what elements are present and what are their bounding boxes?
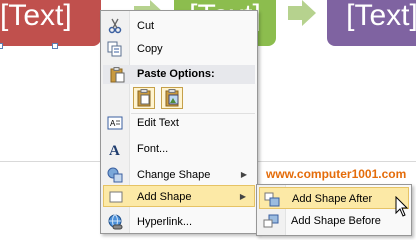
submenu-arrow-icon: ▶ xyxy=(240,170,247,179)
paste-options-label: Paste Options: xyxy=(137,68,215,80)
font-label: Font... xyxy=(137,143,169,155)
change-shape-icon xyxy=(107,167,123,183)
paste-icon xyxy=(110,67,125,83)
add-shape-before-label: Add Shape Before xyxy=(291,215,381,227)
svg-text:A: A xyxy=(110,119,116,128)
paste-picture-button[interactable] xyxy=(161,87,183,109)
menu-item-change-shape[interactable]: Change Shape ▶ xyxy=(103,164,255,186)
add-shape-icon xyxy=(109,191,123,203)
smartart-shape-3[interactable]: [Text] xyxy=(327,0,416,46)
paste-keep-source-button[interactable] xyxy=(133,87,155,109)
menu-item-font[interactable]: A Font... xyxy=(103,138,255,160)
resize-handle-bl[interactable] xyxy=(0,43,3,49)
flow-arrow-2 xyxy=(288,0,316,26)
edit-text-icon: A xyxy=(107,116,123,130)
cut-label: Cut xyxy=(137,20,155,32)
resize-handle-bottom[interactable] xyxy=(52,43,58,49)
copy-label: Copy xyxy=(137,43,163,55)
edit-text-label: Edit Text xyxy=(137,117,179,129)
add-shape-after-icon xyxy=(264,192,280,207)
add-shape-before-icon xyxy=(263,214,279,228)
menu-item-add-shape-after[interactable]: Add Shape After xyxy=(259,187,409,209)
copy-icon xyxy=(107,41,122,57)
watermark-text: www.computer1001.com xyxy=(266,167,407,181)
svg-text:A: A xyxy=(109,143,120,157)
shape-1-text: [Text] xyxy=(0,0,72,32)
add-shape-after-label: Add Shape After xyxy=(292,193,373,205)
change-shape-label: Change Shape xyxy=(137,169,211,181)
menu-item-hyperlink[interactable]: Hyperlink... xyxy=(103,211,255,233)
menu-item-add-shape[interactable]: Add Shape ▶ xyxy=(103,185,255,207)
scissors-icon xyxy=(108,18,122,34)
add-shape-label: Add Shape xyxy=(137,191,192,203)
paste-picture-icon xyxy=(165,89,179,107)
context-menu: Cut Copy Paste Options: A Edit Text A Fo… xyxy=(100,10,258,234)
menu-item-add-shape-before[interactable]: Add Shape Before xyxy=(259,210,409,232)
submenu-arrow-icon: ▶ xyxy=(239,192,246,201)
menu-item-copy[interactable]: Copy xyxy=(103,38,255,60)
menu-item-edit-text[interactable]: A Edit Text xyxy=(103,112,255,134)
add-shape-submenu: Add Shape After Add Shape Before xyxy=(256,184,412,236)
font-icon: A xyxy=(109,143,120,157)
mouse-cursor-icon xyxy=(395,196,409,217)
hyperlink-icon xyxy=(108,214,123,230)
paste-options-header: Paste Options: xyxy=(103,65,255,84)
paste-keep-formatting-icon xyxy=(137,89,151,107)
menu-item-cut[interactable]: Cut xyxy=(103,15,255,37)
shape-3-text: [Text] xyxy=(346,0,416,32)
smartart-shape-1[interactable]: [Text] xyxy=(0,0,101,46)
hyperlink-label: Hyperlink... xyxy=(137,216,193,228)
